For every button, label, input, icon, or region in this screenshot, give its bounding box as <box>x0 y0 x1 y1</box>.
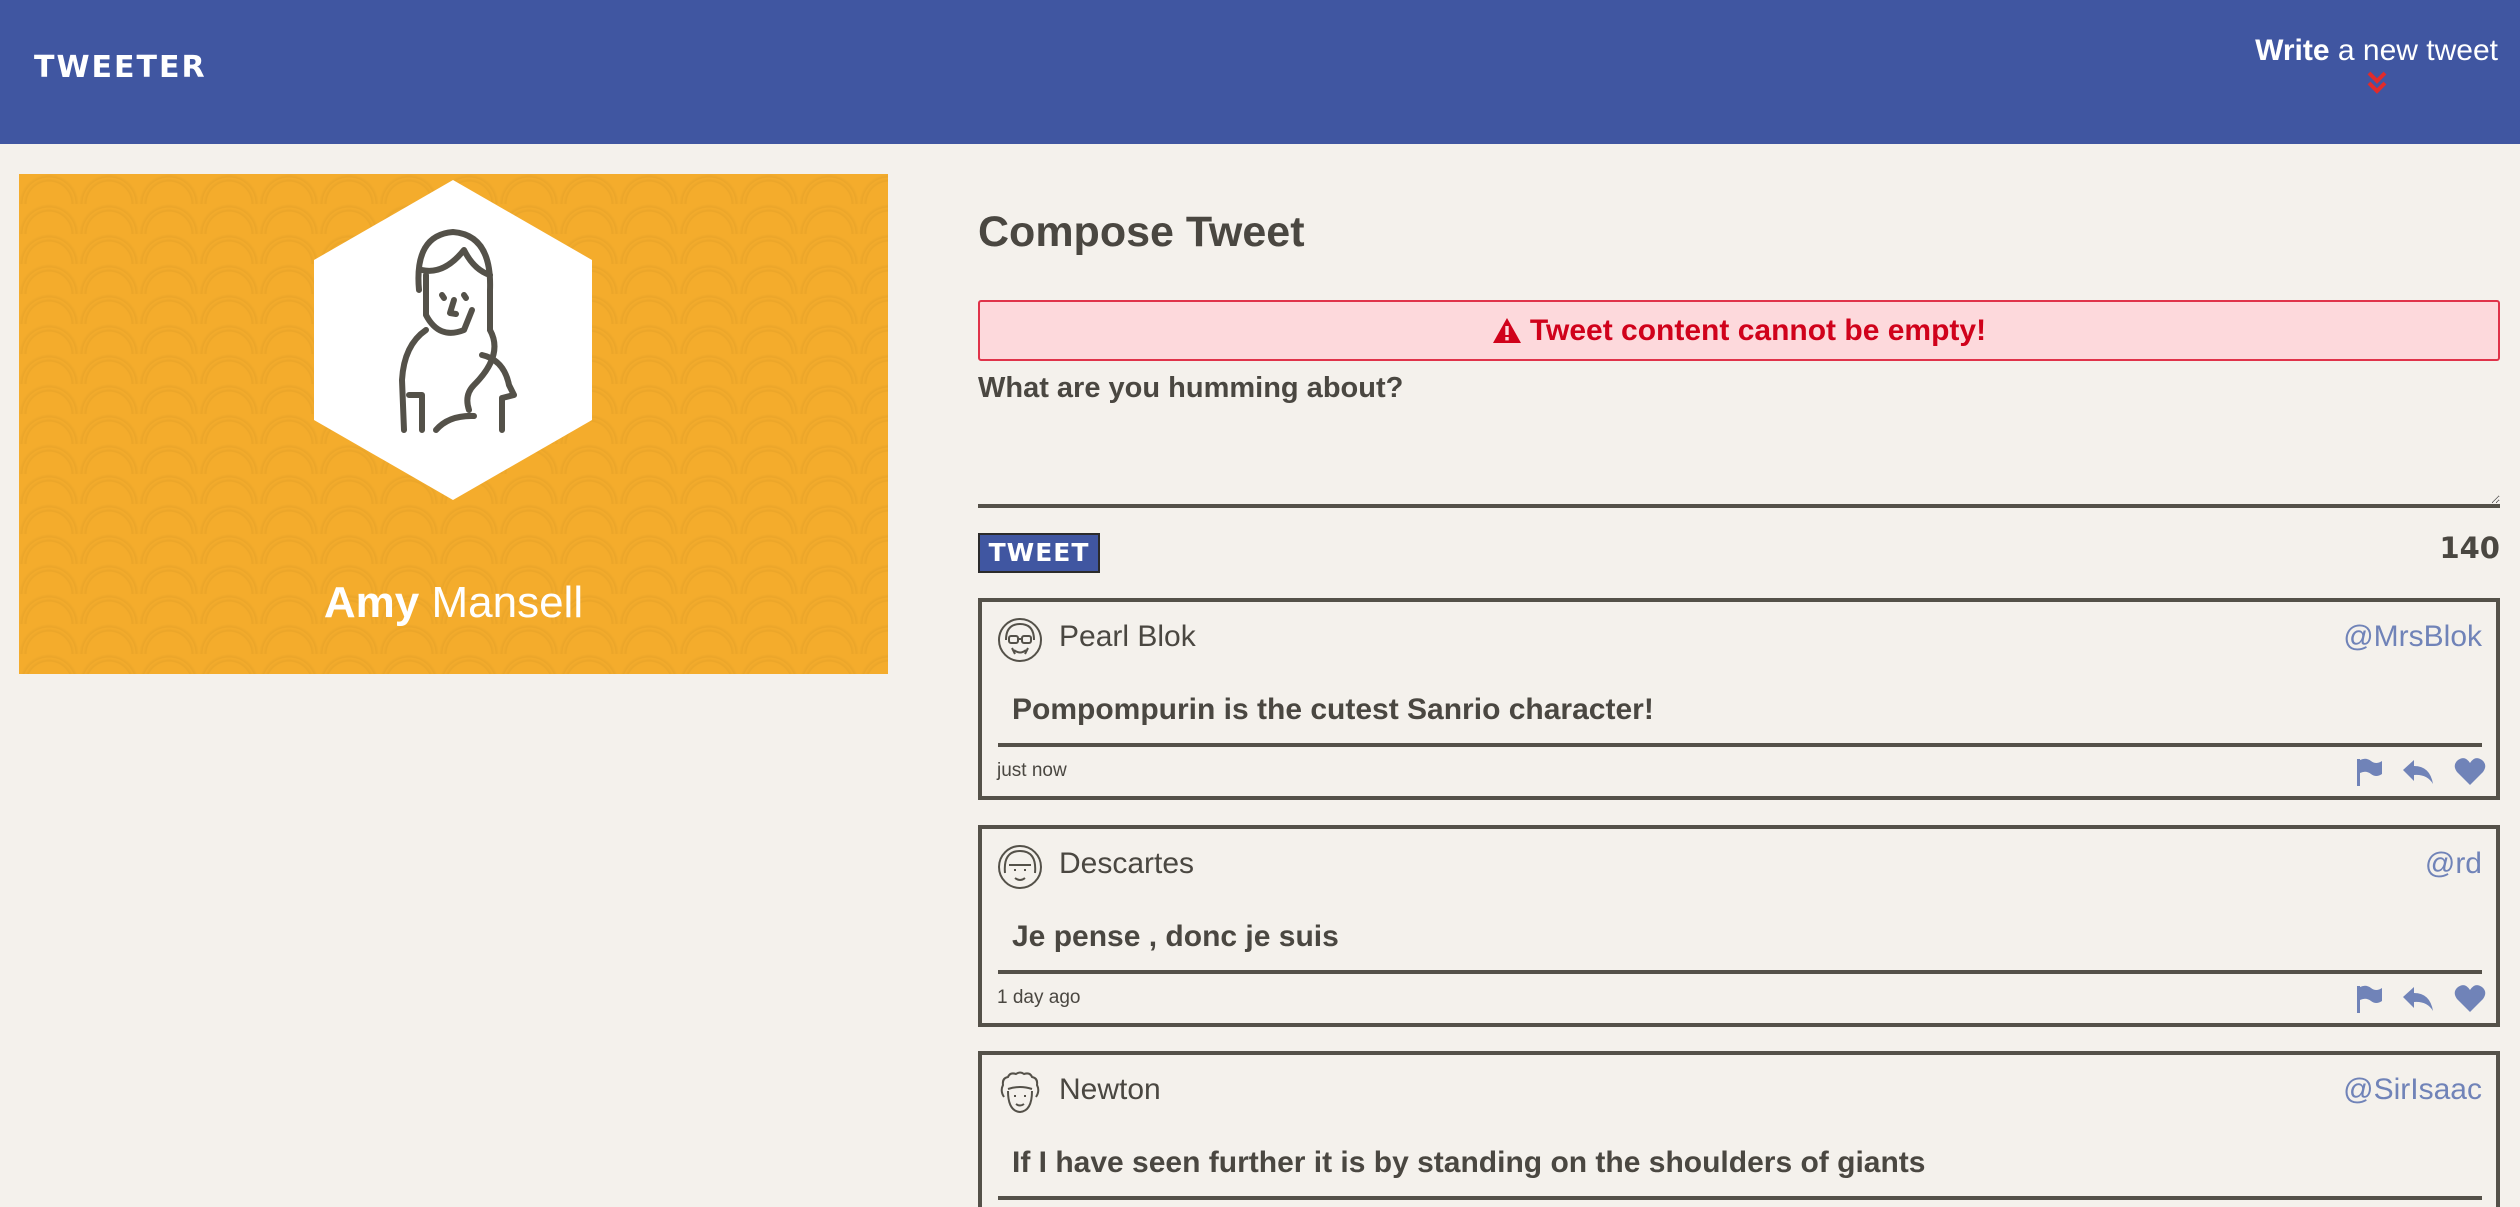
man-curly-hair-avatar-icon <box>1000 1071 1040 1114</box>
tweet-timestamp: 1 day ago <box>997 987 1081 1008</box>
tweet-actions <box>2354 757 2486 792</box>
flag-icon[interactable] <box>2354 757 2384 792</box>
error-message: Tweet content cannot be empty! <box>978 300 2500 361</box>
profile-first-name: Amy <box>323 578 420 627</box>
tweet-input[interactable] <box>978 372 2500 508</box>
compose-title: Compose Tweet <box>978 208 1305 256</box>
tweet-author-name: Descartes <box>1059 847 1195 880</box>
tweet-timestamp: just now <box>997 760 1067 781</box>
tweet-content: Je pense , donc je suis <box>1012 920 1339 953</box>
tweet-content: Pompompurin is the cutest Sanrio charact… <box>1012 693 1654 726</box>
character-counter: 140 <box>2439 531 2500 565</box>
brand-logo[interactable]: TWEETER <box>34 50 207 85</box>
retweet-icon[interactable] <box>2402 984 2436 1019</box>
write-link-bold: Write <box>2255 34 2330 67</box>
top-nav: TWEETER Write a new tweet <box>0 0 2520 144</box>
tweet-author-name: Newton <box>1059 1073 1161 1106</box>
profile-avatar <box>314 180 592 500</box>
tweet-button[interactable]: TWEET <box>978 533 1100 573</box>
tweet-divider <box>998 743 2482 747</box>
man-bob-avatar-icon <box>998 845 1042 889</box>
double-chevron-down-icon <box>2367 71 2386 94</box>
tweet-card: Newton @SirIsaac If I have seen further … <box>978 1051 2500 1207</box>
tweet-author-handle[interactable]: @SirIsaac <box>2343 1073 2482 1107</box>
tweet-card: Pearl Blok @MrsBlok Pompompurin is the c… <box>978 598 2500 800</box>
woman-glasses-avatar-icon <box>998 618 1042 662</box>
tweet-author-handle[interactable]: @rd <box>2425 847 2482 881</box>
profile-last-name: Mansell <box>419 578 584 627</box>
profile-card: Amy Mansell <box>19 174 888 674</box>
profile-name: Amy Mansell <box>19 578 888 628</box>
error-text: Tweet content cannot be empty! <box>1529 314 1987 347</box>
retweet-icon[interactable] <box>2402 757 2436 792</box>
tweet-card: Descartes @rd Je pense , donc je suis 1 … <box>978 825 2500 1027</box>
tweet-divider <box>998 970 2482 974</box>
tweet-author-name: Pearl Blok <box>1059 620 1196 653</box>
write-link-text: a new tweet <box>2329 34 2498 67</box>
tweet-actions <box>2354 984 2486 1019</box>
tweet-content: If I have seen further it is by standing… <box>1012 1146 1926 1179</box>
tweet-author-handle[interactable]: @MrsBlok <box>2343 620 2482 654</box>
warning-icon <box>1492 318 1521 343</box>
tweet-divider <box>998 1196 2482 1200</box>
heart-icon[interactable] <box>2454 757 2486 792</box>
flag-icon[interactable] <box>2354 984 2384 1019</box>
write-new-tweet-link[interactable]: Write a new tweet <box>2255 34 2498 96</box>
heart-icon[interactable] <box>2454 984 2486 1019</box>
